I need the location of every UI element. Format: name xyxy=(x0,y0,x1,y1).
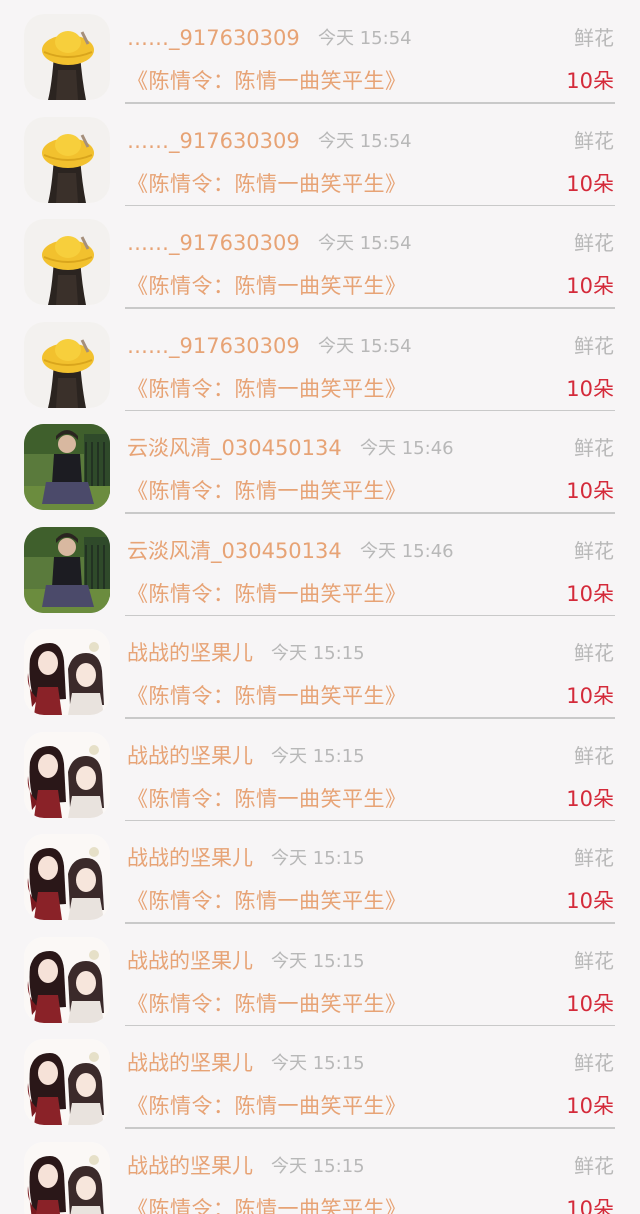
avatar[interactable] xyxy=(24,424,110,510)
gift-amount: 10朵 xyxy=(566,991,614,1016)
work-title[interactable]: 《陈情令：陈情一曲笑平生》 xyxy=(127,1090,407,1122)
avatar[interactable] xyxy=(24,1141,110,1214)
gift-amount: 10朵 xyxy=(566,1094,614,1118)
work-title[interactable]: 《陈情令：陈情一曲笑平生》 xyxy=(127,988,407,1020)
gift-amount: 10朵 xyxy=(566,376,614,401)
user-name[interactable]: ……_917630309 xyxy=(127,126,300,156)
avatar[interactable] xyxy=(24,526,110,613)
user-name[interactable]: 战战的坚果儿 xyxy=(127,946,253,976)
user-name[interactable]: ……_917630309 xyxy=(127,331,300,361)
timestamp: 今天 15:54 xyxy=(318,130,412,152)
gift-type: 鲜花 xyxy=(574,436,614,460)
gift-amount: 10朵 xyxy=(566,684,614,708)
timestamp: 今天 15:15 xyxy=(271,848,365,869)
gift-record-row[interactable]: 战战的坚果儿 今天 15:15 鲜花 《陈情令：陈情一曲笑平生》 10朵 xyxy=(0,820,640,924)
work-title[interactable]: 《陈情令：陈情一曲笑平生》 xyxy=(127,373,407,405)
gift-amount: 10朵 xyxy=(566,171,614,196)
gift-record-row[interactable]: 战战的坚果儿 今天 15:15 鲜花 《陈情令：陈情一曲笑平生》 10朵 xyxy=(0,1025,640,1129)
user-name[interactable]: 云淡风清_030450134 xyxy=(127,433,342,463)
gift-type: 鲜花 xyxy=(574,333,614,358)
gift-type: 鲜花 xyxy=(574,948,614,973)
gift-type: 鲜花 xyxy=(574,641,614,665)
timestamp: 今天 15:54 xyxy=(318,335,412,357)
work-title[interactable]: 《陈情令：陈情一曲笑平生》 xyxy=(127,783,407,815)
work-title[interactable]: 《陈情令：陈情一曲笑平生》 xyxy=(127,1193,407,1214)
user-name[interactable]: ……_917630309 xyxy=(127,228,300,258)
user-name[interactable]: 战战的坚果儿 xyxy=(127,741,253,771)
work-title[interactable]: 《陈情令：陈情一曲笑平生》 xyxy=(127,65,407,97)
gift-record-list: ……_917630309 今天 15:54 鲜花 《陈情令：陈情一曲笑平生》 1… xyxy=(0,0,640,1214)
gift-type: 鲜花 xyxy=(574,231,614,255)
gift-record-row[interactable]: ……_917630309 今天 15:54 鲜花 《陈情令：陈情一曲笑平生》 1… xyxy=(0,0,640,104)
user-name[interactable]: ……_917630309 xyxy=(127,23,300,53)
user-name[interactable]: 云淡风清_030450134 xyxy=(127,536,342,566)
gift-record-row[interactable]: 云淡风清_030450134 今天 15:46 鲜花 《陈情令：陈情一曲笑平生》… xyxy=(0,513,640,616)
avatar[interactable] xyxy=(24,936,110,1023)
avatar[interactable] xyxy=(24,731,110,818)
gift-record-row[interactable]: 云淡风清_030450134 今天 15:46 鲜花 《陈情令：陈情一曲笑平生》… xyxy=(0,410,640,514)
timestamp: 今天 15:54 xyxy=(318,233,412,254)
gift-record-row[interactable]: ……_917630309 今天 15:54 鲜花 《陈情令：陈情一曲笑平生》 1… xyxy=(0,205,640,309)
work-title[interactable]: 《陈情令：陈情一曲笑平生》 xyxy=(127,885,407,917)
work-title[interactable]: 《陈情令：陈情一曲笑平生》 xyxy=(127,168,407,200)
user-name[interactable]: 战战的坚果儿 xyxy=(127,1151,253,1181)
gift-amount: 10朵 xyxy=(566,581,614,606)
user-name[interactable]: 战战的坚果儿 xyxy=(127,843,253,873)
timestamp: 今天 15:46 xyxy=(360,438,454,459)
timestamp: 今天 15:15 xyxy=(271,643,365,664)
gift-type: 鲜花 xyxy=(574,846,614,870)
timestamp: 今天 15:15 xyxy=(271,745,365,767)
avatar[interactable] xyxy=(24,14,110,100)
gift-record-row[interactable]: 战战的坚果儿 今天 15:15 鲜花 《陈情令：陈情一曲笑平生》 10朵 xyxy=(0,923,640,1026)
gift-type: 鲜花 xyxy=(574,1051,614,1075)
avatar[interactable] xyxy=(24,834,110,920)
gift-record-row[interactable]: ……_917630309 今天 15:54 鲜花 《陈情令：陈情一曲笑平生》 1… xyxy=(0,103,640,206)
gift-amount: 10朵 xyxy=(566,786,614,811)
work-title[interactable]: 《陈情令：陈情一曲笑平生》 xyxy=(127,578,407,610)
avatar[interactable] xyxy=(24,629,110,715)
gift-amount: 10朵 xyxy=(566,889,614,913)
gift-record-row[interactable]: 战战的坚果儿 今天 15:15 鲜花 《陈情令：陈情一曲笑平生》 10朵 xyxy=(0,718,640,821)
avatar[interactable] xyxy=(24,1039,110,1125)
gift-amount: 10朵 xyxy=(566,479,614,503)
gift-type: 鲜花 xyxy=(574,743,614,768)
avatar[interactable] xyxy=(24,116,110,203)
gift-record-row[interactable]: 战战的坚果儿 今天 15:15 鲜花 《陈情令：陈情一曲笑平生》 10朵 xyxy=(0,1128,640,1214)
timestamp: 今天 15:15 xyxy=(271,1053,365,1074)
avatar[interactable] xyxy=(24,219,110,305)
timestamp: 今天 15:46 xyxy=(360,540,454,562)
user-name[interactable]: 战战的坚果儿 xyxy=(127,638,253,668)
gift-type: 鲜花 xyxy=(574,538,614,563)
work-title[interactable]: 《陈情令：陈情一曲笑平生》 xyxy=(127,680,407,712)
gift-type: 鲜花 xyxy=(574,1153,614,1178)
user-name[interactable]: 战战的坚果儿 xyxy=(127,1048,253,1078)
gift-type: 鲜花 xyxy=(574,128,614,153)
gift-amount: 10朵 xyxy=(566,69,614,93)
timestamp: 今天 15:15 xyxy=(271,950,365,972)
timestamp: 今天 15:54 xyxy=(318,28,412,49)
gift-record-row[interactable]: ……_917630309 今天 15:54 鲜花 《陈情令：陈情一曲笑平生》 1… xyxy=(0,308,640,411)
gift-type: 鲜花 xyxy=(574,26,614,50)
avatar[interactable] xyxy=(24,321,110,408)
work-title[interactable]: 《陈情令：陈情一曲笑平生》 xyxy=(127,270,407,302)
timestamp: 今天 15:15 xyxy=(271,1155,365,1177)
gift-amount: 10朵 xyxy=(566,274,614,298)
gift-amount: 10朵 xyxy=(566,1196,614,1214)
work-title[interactable]: 《陈情令：陈情一曲笑平生》 xyxy=(127,475,407,507)
gift-record-row[interactable]: 战战的坚果儿 今天 15:15 鲜花 《陈情令：陈情一曲笑平生》 10朵 xyxy=(0,615,640,719)
